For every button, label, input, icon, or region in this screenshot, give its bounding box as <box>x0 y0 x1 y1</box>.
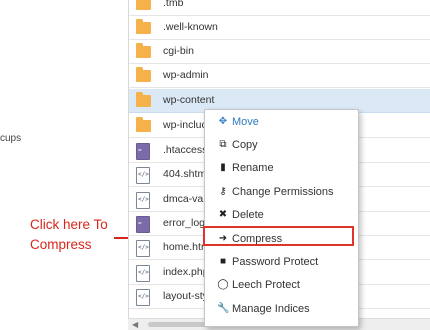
code-file-icon: </> <box>136 240 150 257</box>
left-sidebar: cups <box>0 0 128 329</box>
file-name: wp-admin <box>163 69 209 81</box>
key-icon: ⚷ <box>219 186 227 197</box>
folder-icon <box>136 43 151 58</box>
code-file-icon: </> <box>136 265 150 282</box>
file-row[interactable]: .tmb <box>129 0 430 16</box>
scroll-left-icon[interactable]: ◀ <box>132 320 138 329</box>
code-file-icon: </> <box>136 192 150 209</box>
folder-icon <box>136 117 151 132</box>
menu-item-label: Leech Protect <box>232 278 300 291</box>
wrench-icon: 🔧 <box>217 303 230 314</box>
sidebar-partial-label: cups <box>0 133 22 144</box>
move-icon: ✥ <box>218 116 228 127</box>
folder-icon <box>136 67 151 82</box>
code-file-icon: </> <box>136 167 150 184</box>
menu-item-label: Delete <box>232 208 264 221</box>
menu-item-label: Password Protect <box>232 255 319 268</box>
annotation-line-1: Click here To <box>30 217 108 232</box>
copy-icon: ⧉ <box>219 139 227 150</box>
file-name: .tmb <box>163 0 184 9</box>
file-name: cgi-bin <box>163 45 194 57</box>
folder-icon <box>136 92 151 107</box>
folder-icon <box>136 19 151 34</box>
menu-item-manage-indices[interactable]: 🔧 Manage Indices <box>205 297 358 320</box>
menu-item-label: Manage Indices <box>232 302 310 315</box>
delete-icon: ✖ <box>218 209 228 220</box>
context-menu: ✥ Move ⧉ Copy ▮ Rename ⚷ Change Permissi… <box>204 109 359 327</box>
folder-icon <box>136 0 151 10</box>
file-name: dmca-va <box>163 193 204 205</box>
menu-item-change-permissions[interactable]: ⚷ Change Permissions <box>205 180 358 203</box>
file-name: 404.shtm <box>163 168 207 180</box>
lock-icon: ■ <box>219 256 227 267</box>
menu-item-label: Copy <box>232 138 258 151</box>
file-name: index.php <box>163 266 209 278</box>
file-icon: = <box>136 143 150 160</box>
file-icon: = <box>136 216 150 233</box>
menu-item-label: Move <box>232 115 259 128</box>
menu-item-move[interactable]: ✥ Move <box>205 110 358 133</box>
annotation-text: Click here To Compress <box>30 215 108 255</box>
file-name: .htaccess <box>163 144 208 156</box>
rename-icon: ▮ <box>220 162 226 173</box>
file-name: home.htr <box>163 241 205 253</box>
annotation-line-2: Compress <box>30 237 92 252</box>
shield-icon: ◯ <box>217 279 229 290</box>
file-name: wp-content <box>163 94 215 106</box>
menu-item-label: Rename <box>232 161 274 174</box>
code-file-icon: </> <box>136 289 150 306</box>
file-name: layout-sty <box>163 290 208 302</box>
menu-item-delete[interactable]: ✖ Delete <box>205 203 358 226</box>
compress-highlight-box <box>203 226 354 246</box>
menu-item-leech-protect[interactable]: ◯ Leech Protect <box>205 273 358 296</box>
menu-item-copy[interactable]: ⧉ Copy <box>205 133 358 156</box>
file-row[interactable]: .well-known <box>129 16 430 40</box>
menu-item-password-protect[interactable]: ■ Password Protect <box>205 250 358 273</box>
menu-item-label: Change Permissions <box>232 185 334 198</box>
file-name: wp-incluc <box>163 119 207 131</box>
file-name: error_log <box>163 217 206 229</box>
file-row[interactable]: wp-admin <box>129 64 430 88</box>
file-name: .well-known <box>163 21 218 33</box>
file-row[interactable]: cgi-bin <box>129 40 430 64</box>
menu-item-rename[interactable]: ▮ Rename <box>205 156 358 179</box>
